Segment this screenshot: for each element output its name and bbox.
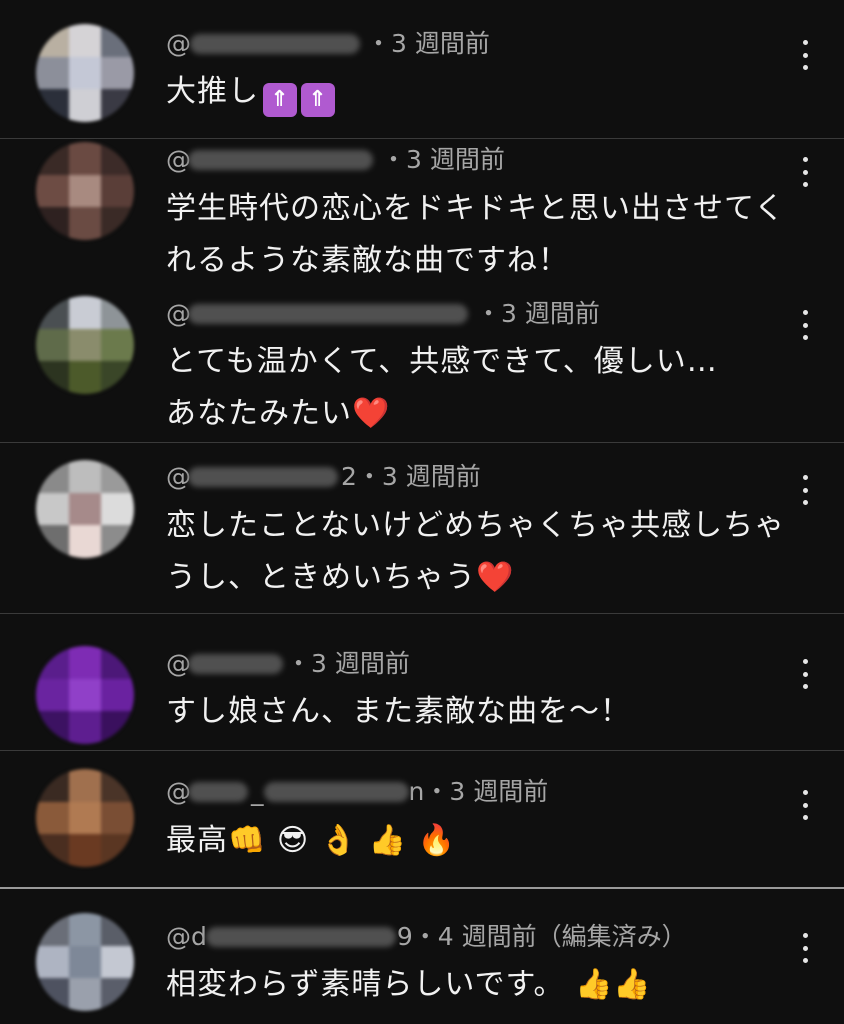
comment-text: 学生時代の恋心をドキドキと思い出させてく れるような素敵な曲ですね！ bbox=[166, 191, 786, 278]
author-handle[interactable]: @ bbox=[166, 297, 476, 331]
heart-emoji: ❤️ bbox=[352, 396, 391, 431]
more-options-icon[interactable] bbox=[795, 308, 815, 342]
thumbs-up-emoji: 👍 bbox=[368, 823, 407, 858]
comment-item: @d 9 ・4 週間前（編集済み） 相変わらず素晴らしいです。 👍👍 bbox=[0, 889, 844, 1024]
more-options-icon[interactable] bbox=[795, 473, 815, 507]
more-options-icon[interactable] bbox=[795, 38, 815, 72]
author-handle[interactable]: @ bbox=[166, 143, 381, 177]
timestamp: ・3 週間前 bbox=[366, 29, 490, 58]
avatar[interactable] bbox=[36, 24, 134, 122]
comment-text: 最高👊 😎 👌 👍 🔥 bbox=[166, 823, 456, 858]
comment-text: 相変わらず素晴らしいです。 👍👍 bbox=[166, 967, 652, 1002]
thumbs-up-emoji: 👍 bbox=[613, 967, 652, 1002]
fist-emoji: 👊 bbox=[228, 823, 267, 858]
timestamp: ・3 週間前 bbox=[381, 145, 505, 174]
avatar[interactable] bbox=[36, 142, 134, 240]
fire-emoji: 🔥 bbox=[417, 823, 456, 858]
comment-meta: @ ・3 週間前 bbox=[166, 647, 410, 681]
comment-item: @ _ n ・3 週間前 最高👊 😎 👌 👍 🔥 bbox=[0, 751, 844, 888]
avatar[interactable] bbox=[36, 913, 134, 1011]
more-options-icon[interactable] bbox=[795, 931, 815, 965]
timestamp: ・3 週間前 bbox=[356, 462, 481, 491]
heart-emoji: ❤️ bbox=[476, 560, 515, 595]
thumbs-up-emoji: 👍 bbox=[575, 967, 614, 1002]
comment-text: すし娘さん、また素敵な曲を〜！ bbox=[166, 694, 631, 729]
timestamp: ・3 週間前 bbox=[476, 299, 600, 328]
comment-meta: @ ・3 週間前 bbox=[166, 297, 600, 331]
sunglasses-emoji: 😎 bbox=[276, 823, 310, 858]
avatar[interactable] bbox=[36, 296, 134, 394]
comment-item: @ ・3 週間前 大推し ⇑ ⇑ bbox=[0, 0, 844, 138]
comment-item: @ ・3 週間前 とても温かくて、共感できて、優しい… あなたみたい❤️ bbox=[0, 284, 844, 442]
author-handle[interactable]: @ bbox=[166, 27, 366, 61]
comment-meta: @2 ・3 週間前 bbox=[166, 460, 481, 494]
comment-item: @ ・3 週間前 すし娘さん、また素敵な曲を〜！ bbox=[0, 614, 844, 750]
author-handle[interactable]: @2 bbox=[166, 460, 357, 494]
ok-hand-emoji: 👌 bbox=[319, 823, 359, 858]
comment-meta: @ ・3 週間前 bbox=[166, 143, 505, 177]
comment-meta: @ _ n ・3 週間前 bbox=[166, 775, 548, 809]
comment-item: @2 ・3 週間前 恋したことないけどめちゃくちゃ共感しちゃ うし、ときめいちゃう… bbox=[0, 443, 844, 613]
timestamp: ・3 週間前 bbox=[286, 649, 410, 678]
more-options-icon[interactable] bbox=[795, 155, 815, 189]
more-options-icon[interactable] bbox=[795, 657, 815, 691]
more-options-icon[interactable] bbox=[795, 788, 815, 822]
avatar[interactable] bbox=[36, 646, 134, 744]
comment-text: 恋したことないけどめちゃくちゃ共感しちゃ うし、ときめいちゃう❤️ bbox=[166, 508, 786, 595]
emoji: ⇑ bbox=[301, 83, 335, 117]
comment-meta: @d 9 ・4 週間前（編集済み） bbox=[166, 920, 687, 954]
comment-text: 大推し ⇑ ⇑ bbox=[166, 66, 335, 118]
emoji: ⇑ bbox=[263, 83, 297, 117]
author-handle[interactable]: @d 9 bbox=[166, 920, 413, 954]
comment-meta: @ ・3 週間前 bbox=[166, 27, 490, 61]
comment-list: @ ・3 週間前 大推し ⇑ ⇑ @ ・3 週間前 学生時代の恋心をドキドキと思い出させ… bbox=[0, 0, 844, 1024]
avatar[interactable] bbox=[36, 460, 134, 558]
avatar[interactable] bbox=[36, 769, 134, 867]
comment-item: @ ・3 週間前 学生時代の恋心をドキドキと思い出させてく れるような素敵な曲です… bbox=[0, 139, 844, 284]
timestamp: ・3 週間前 bbox=[424, 777, 549, 806]
author-handle[interactable]: @ _ n bbox=[166, 775, 424, 809]
timestamp: ・4 週間前（編集済み） bbox=[412, 922, 687, 951]
comment-text: とても温かくて、共感できて、優しい… あなたみたい❤️ bbox=[166, 344, 718, 431]
author-handle[interactable]: @ bbox=[166, 647, 286, 681]
